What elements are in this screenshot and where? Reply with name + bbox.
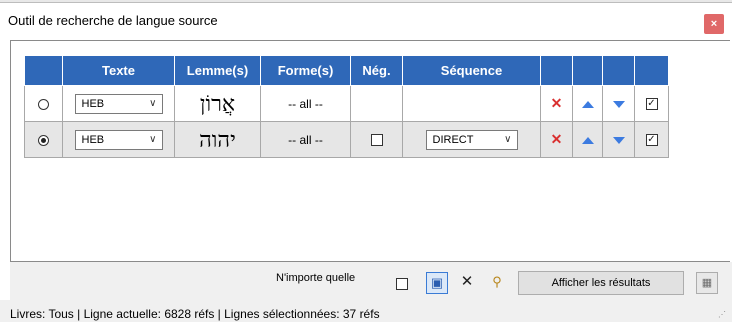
chevron-down-icon: ∨ <box>149 133 157 145</box>
lemma-text: אֲרוֹן <box>199 91 236 117</box>
table-row: HEB ∨ אֲרוֹן -- all -- ✕ ✓ <box>24 85 669 122</box>
text-cell: HEB ∨ <box>62 85 175 122</box>
forms-cell[interactable]: -- all -- <box>260 121 351 158</box>
enable-checkbox[interactable]: ✓ <box>645 98 658 111</box>
row-radio[interactable] <box>38 134 49 146</box>
header-delete <box>540 55 573 86</box>
lemma-text: יהוה <box>199 127 236 153</box>
window-title: Outil de recherche de langue source <box>8 13 218 28</box>
delete-x-icon[interactable]: ✕ <box>551 95 563 111</box>
sequence-cell <box>402 85 541 122</box>
row-radio[interactable] <box>38 98 49 110</box>
enable-cell: ✓ <box>634 121 669 158</box>
header-lemmes: Lemme(s) <box>174 55 261 86</box>
arrow-up-icon[interactable] <box>581 136 594 144</box>
delete-x-icon[interactable]: ✕ <box>551 131 563 147</box>
text-dropdown-value: HEB <box>81 97 105 110</box>
move-up-cell <box>572 85 603 122</box>
header-select <box>24 55 63 86</box>
lemma-cell[interactable]: אֲרוֹן <box>174 85 261 122</box>
sequence-dropdown[interactable]: DIRECT ∨ <box>425 129 518 150</box>
header-up <box>572 55 603 86</box>
move-down-cell <box>602 85 635 122</box>
sequence-cell: DIRECT ∨ <box>402 121 541 158</box>
title-bar: Outil de recherche de langue source × <box>0 4 732 38</box>
header-neg: Nég. <box>350 55 403 86</box>
row-select-cell <box>24 121 63 158</box>
chevron-down-icon: ∨ <box>149 97 157 109</box>
close-button[interactable]: × <box>704 14 724 34</box>
delete-cell: ✕ <box>540 85 573 122</box>
any-checkbox[interactable] <box>396 278 408 290</box>
arrow-up-icon[interactable] <box>581 100 594 108</box>
text-dropdown[interactable]: HEB ∨ <box>74 93 163 114</box>
clear-x-icon[interactable]: ✕ <box>456 272 478 294</box>
show-results-button[interactable]: Afficher les résultats <box>518 271 684 295</box>
move-up-cell <box>572 121 603 158</box>
enable-checkbox[interactable]: ✓ <box>645 134 658 147</box>
lemma-cell[interactable]: יהוה <box>174 121 261 158</box>
arrow-down-icon[interactable] <box>612 100 625 108</box>
status-text: Livres: Tous | Ligne actuelle: 6828 réfs… <box>10 307 380 321</box>
search-grid: Texte Lemme(s) Forme(s) Nég. Séquence HE… <box>24 55 669 158</box>
resize-grip-icon[interactable]: ⋰ <box>718 310 726 319</box>
window-top-border <box>0 0 732 3</box>
binoculars-icon[interactable]: ⚲ <box>486 272 508 294</box>
forms-cell[interactable]: -- all -- <box>260 85 351 122</box>
header-texte: Texte <box>62 55 175 86</box>
negation-checkbox[interactable] <box>370 134 383 147</box>
arrow-down-icon[interactable] <box>612 136 625 144</box>
row-select-cell <box>24 85 63 122</box>
enable-cell: ✓ <box>634 85 669 122</box>
text-dropdown[interactable]: HEB ∨ <box>74 129 163 150</box>
chevron-down-icon: ∨ <box>504 133 512 145</box>
forms-text: -- all -- <box>288 132 323 147</box>
table-row: HEB ∨ יהוה -- all -- DIRECT ∨ ✕ ✓ <box>24 121 669 158</box>
any-label: N'importe quelle <box>276 272 356 284</box>
grid-header-row: Texte Lemme(s) Forme(s) Nég. Séquence <box>24 55 669 86</box>
text-dropdown-value: HEB <box>81 133 105 146</box>
header-enable <box>634 55 669 86</box>
forms-text: -- all -- <box>288 96 323 111</box>
negation-cell <box>350 85 403 122</box>
move-down-cell <box>602 121 635 158</box>
header-sequence: Séquence <box>402 55 541 86</box>
header-formes: Forme(s) <box>260 55 351 86</box>
negation-cell <box>350 121 403 158</box>
book-search-icon[interactable]: ▣ <box>426 272 448 294</box>
delete-cell: ✕ <box>540 121 573 158</box>
sequence-dropdown-value: DIRECT <box>432 133 474 146</box>
text-cell: HEB ∨ <box>62 121 175 158</box>
export-icon[interactable]: ▦ <box>696 272 718 294</box>
header-down <box>602 55 635 86</box>
